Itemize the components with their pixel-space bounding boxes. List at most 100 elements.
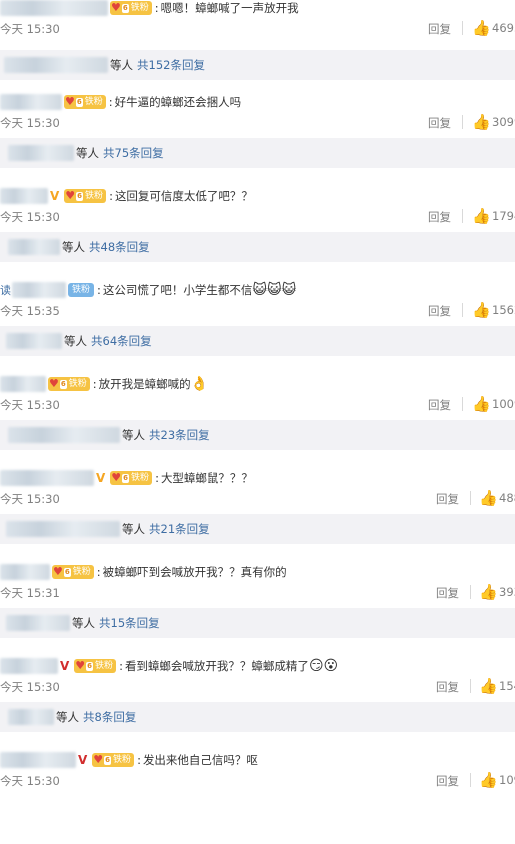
username-avatar[interactable] (12, 282, 66, 298)
fan-badge-icon[interactable]: ♥ 6 铁粉 (52, 565, 94, 579)
reply-button[interactable]: 回复 (436, 585, 459, 601)
comment-item: V ♥6铁粉 : 大型蟑螂鼠？？？ 今天 15:30 回复 👍 488 等人 共… (0, 468, 515, 562)
sub-replies-bar[interactable]: 等人 共75条回复 (0, 138, 515, 168)
sub-replies-bar[interactable]: 等人 共152条回复 (0, 50, 515, 80)
thumb-up-icon[interactable]: 👍 (472, 19, 491, 37)
comment-item: V ♥6铁粉 : 这回复可信度太低了吧？？ 今天 15:30 回复 👍 1794… (0, 186, 515, 280)
comment-item: ♥6铁粉 : 放开我是蟑螂喊的 👌 今天 15:30 回复 👍 1009 等人 … (0, 374, 515, 468)
username-avatar[interactable] (0, 752, 76, 768)
like-count: 393 (499, 585, 515, 599)
divider (462, 209, 463, 223)
view-replies-link[interactable]: 共64条回复 (91, 333, 152, 349)
reply-button[interactable]: 回复 (428, 115, 451, 131)
view-replies-link[interactable]: 共15条回复 (99, 615, 160, 631)
verified-v-icon: V (60, 659, 70, 673)
like-count: 1794 (492, 209, 515, 223)
comment-text: 看到蟑螂会喊放开我？？蟑螂成精了 (124, 659, 309, 673)
verified-v-icon: V (50, 189, 60, 203)
thumb-up-icon[interactable]: 👍 (472, 301, 491, 319)
username-avatar[interactable] (0, 470, 94, 486)
reply-button[interactable]: 回复 (428, 303, 451, 319)
fan-badge-icon[interactable]: ♥ 6 铁粉 (92, 753, 135, 767)
comment-text: 嗯嗯！蟑螂喊了一声放开我 (160, 1, 299, 15)
comment-time: 今天 15:31 (0, 586, 60, 600)
divider (470, 585, 471, 599)
sub-replies-bar[interactable]: 等人 共21条回复 (0, 514, 515, 544)
comment-text: 这回复可信度太低了吧？？ (114, 189, 253, 203)
reply-button[interactable]: 回复 (436, 679, 459, 695)
username-avatar[interactable] (0, 564, 50, 580)
sub-reply-avatars (8, 145, 74, 161)
comment-item: V ♥6铁粉 : 发出来他自己信吗？呕 今天 15:30 回复 👍 109 (0, 750, 515, 844)
fan-badge-icon[interactable]: ♥ 6 铁粉 (110, 471, 153, 485)
thumb-up-icon[interactable]: 👍 (479, 489, 498, 507)
thumb-up-icon[interactable]: 👍 (472, 207, 491, 225)
divider (470, 679, 471, 693)
divider (462, 115, 463, 129)
reply-button[interactable]: 回复 (436, 491, 459, 507)
sub-reply-avatars (8, 239, 60, 255)
like-count: 154 (499, 679, 515, 693)
verified-v-icon: V (78, 753, 88, 767)
reply-button[interactable]: 回复 (436, 773, 459, 789)
comment-text: 放开我是蟑螂喊的 (98, 377, 191, 391)
emoji-icon: 😏😮 (308, 658, 339, 674)
sub-replies-bar[interactable]: 等人 共15条回复 (0, 608, 515, 638)
thumb-up-icon[interactable]: 👍 (479, 583, 498, 601)
comment-time: 今天 15:35 (0, 304, 60, 318)
comment-time: 今天 15:30 (0, 116, 60, 130)
comment-item: V ♥ 6 铁粉 : 看到蟑螂会喊放开我？？蟑螂成精了 😏😮 今天 15:30 回复… (0, 656, 515, 750)
fan-badge-icon[interactable]: ♥ 6 铁粉 (110, 1, 152, 15)
username-avatar[interactable] (0, 188, 48, 204)
fan-badge-icon[interactable]: ♥ 6 铁粉 (64, 189, 107, 203)
reply-button[interactable]: 回复 (428, 21, 451, 37)
divider (470, 773, 471, 787)
sub-replies-bar[interactable]: 等人 共23条回复 (0, 420, 515, 450)
divider (462, 397, 463, 411)
fan-badge-icon[interactable]: 铁粉 (68, 283, 95, 297)
username-avatar[interactable] (0, 0, 108, 16)
thumb-up-icon[interactable]: 👍 (472, 395, 491, 413)
sub-replies-bar[interactable]: 等人 共8条回复 (0, 702, 515, 732)
like-count: 3099 (492, 115, 515, 129)
comment-item: ♥6铁粉 : 好牛逼的蟑螂还会捆人吗 今天 15:30 回复 👍 3099 等人… (0, 92, 515, 186)
sub-reply-avatars (8, 427, 120, 443)
comment-text: 大型蟑螂鼠？？？ (160, 471, 253, 485)
comment-text: 发出来他自己信吗？呕 (142, 753, 258, 767)
reply-button[interactable]: 回复 (428, 209, 451, 225)
view-replies-link[interactable]: 共23条回复 (149, 427, 210, 443)
emoji-icon: 😺😺😺 (252, 282, 297, 298)
like-count: 1562 (492, 303, 515, 317)
fan-badge-icon[interactable]: ♥ 6 铁粉 (48, 377, 90, 391)
reply-button[interactable]: 回复 (428, 397, 451, 413)
thumb-up-icon[interactable]: 👍 (472, 113, 491, 131)
comment-time: 今天 15:30 (0, 492, 60, 506)
sub-replies-bar[interactable]: 等人 共48条回复 (0, 232, 515, 262)
username-avatar[interactable] (0, 94, 62, 110)
comment-text: 好牛逼的蟑螂还会捆人吗 (114, 95, 242, 109)
view-replies-link[interactable]: 共75条回复 (103, 145, 164, 161)
username-fragment[interactable]: 读 (0, 282, 11, 298)
sub-reply-avatars (8, 709, 54, 725)
view-replies-link[interactable]: 共48条回复 (89, 239, 150, 255)
sub-replies-bar[interactable]: 等人 共64条回复 (0, 326, 515, 356)
comment-text: 被蟑螂吓到会喊放开我？？真有你的 (102, 565, 287, 579)
username-avatar[interactable] (0, 658, 58, 674)
thumb-up-icon[interactable]: 👍 (479, 771, 498, 789)
comment-time: 今天 15:30 (0, 774, 60, 788)
sub-reply-avatars (6, 333, 62, 349)
like-count: 4693 (492, 21, 515, 35)
sub-reply-avatars (6, 521, 120, 537)
view-replies-link[interactable]: 共21条回复 (149, 521, 210, 537)
thumb-up-icon[interactable]: 👍 (479, 677, 498, 695)
username-avatar[interactable] (0, 376, 46, 392)
comment-item: ♥ 6 铁粉 : 被蟑螂吓到会喊放开我？？真有你的 今天 15:31 回复 👍 39… (0, 562, 515, 656)
emoji-icon: 👌 (190, 376, 209, 392)
view-replies-link[interactable]: 共152条回复 (137, 57, 205, 73)
fan-badge-icon[interactable]: ♥ 6 铁粉 (74, 659, 117, 673)
sub-reply-avatars (4, 57, 108, 73)
view-replies-link[interactable]: 共8条回复 (83, 709, 136, 725)
like-count: 1009 (492, 397, 515, 411)
fan-badge-icon[interactable]: ♥ 6 铁粉 (64, 95, 106, 109)
comment-time: 今天 15:30 (0, 398, 60, 412)
